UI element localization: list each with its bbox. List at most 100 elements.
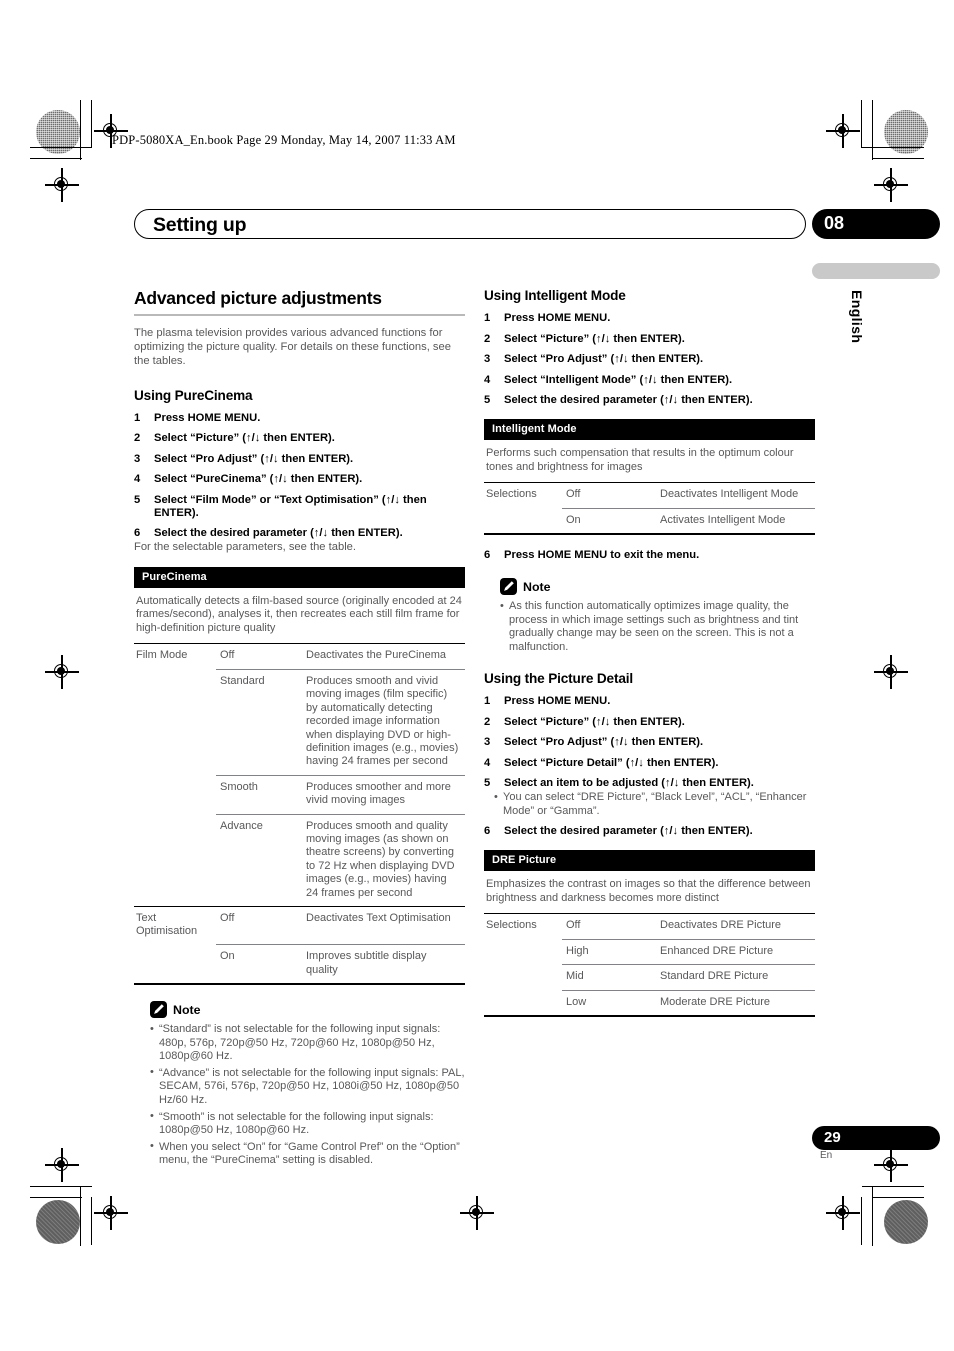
note-header: Note <box>500 578 815 595</box>
step-number: 3 <box>134 452 141 465</box>
table-cell-detail: Deactivates Intelligent Mode <box>660 488 799 501</box>
step-item: 5 Select “Film Mode” or “Text Optimisatio… <box>134 494 465 520</box>
step-number: 6 <box>484 825 491 838</box>
crop-line <box>861 100 863 148</box>
page-title: Setting up <box>153 214 247 236</box>
table-bottom-rule <box>484 533 815 535</box>
crop-line <box>30 158 82 160</box>
table-cell-detail: Moderate DRE Picture <box>656 989 815 1015</box>
right-column: Using Intelligent Mode 1 Press HOME MENU.… <box>484 288 815 1021</box>
book-header-line: PDP-5080XA_En.book Page 29 Monday, May 1… <box>112 133 456 147</box>
step-item: 3 Select “Pro Adjust” (↑/↓ then ENTER). <box>484 736 815 749</box>
table-cell-detail: Deactivates Text Optimisation <box>302 905 465 945</box>
step-item: 5 Select an item to be adjusted (↑/↓ then… <box>484 777 815 790</box>
table-row: Low Moderate DRE Picture <box>484 989 815 1015</box>
step-text: Select the desired parameter (↑/↓ then E… <box>504 394 753 406</box>
registration-dense-circle-bottom-left <box>36 1200 80 1244</box>
table-body: Selections Off Deactivates Intelligent M… <box>484 483 815 533</box>
registration-mark <box>45 655 79 689</box>
table-intelligent-mode: Intelligent Mode Performs such compensat… <box>484 419 815 535</box>
step-text: Select “Intelligent Mode” (↑/↓ then ENTE… <box>504 373 733 386</box>
registration-mark <box>874 168 908 202</box>
table-caption: DRE Picture <box>484 850 815 872</box>
registration-mark <box>874 1148 908 1182</box>
step-item: 4 Select “Intelligent Mode” (↑/↓ then ENT… <box>484 374 815 387</box>
step-number: 5 <box>134 493 141 506</box>
table-purecinema: PureCinema Automatically detects a film-… <box>134 566 465 986</box>
step-number: 3 <box>484 736 491 749</box>
registration-mark <box>45 1148 79 1182</box>
table-cell-group <box>484 939 562 964</box>
table-cell-detail: Activates Intelligent Mode <box>656 507 815 533</box>
note-box-intelligent-mode: Note As this function automatically opti… <box>484 578 815 654</box>
pencil-icon <box>150 1001 167 1019</box>
step-number: 4 <box>484 756 491 769</box>
crop-line <box>872 100 874 160</box>
step-item: 3 Select “Pro Adjust” (↑/↓ then ENTER). <box>134 453 465 466</box>
step-number: 4 <box>484 373 491 386</box>
table-cell-group: Text Optimisation <box>134 905 216 945</box>
steps-picture-detail-final: 6 Select the desired parameter (↑/↓ then … <box>484 825 815 838</box>
step-item: 3 Select “Pro Adjust” (↑/↓ then ENTER). <box>484 353 815 366</box>
crop-line <box>30 1186 92 1188</box>
table-cell-group: Film Mode <box>136 649 188 662</box>
table-cell-option: On <box>562 507 656 533</box>
steps-intelligent-mode: 1 Press HOME MENU. 2 Select “Picture” (↑/↓… <box>484 312 815 407</box>
note-item: As this function automatically optimizes… <box>500 599 815 654</box>
table-body: Film Mode Off Deactivates the PureCinema… <box>134 644 465 984</box>
registration-mark <box>874 655 908 689</box>
substep-item: You can select “DRE Picture”, “Black Lev… <box>494 791 815 818</box>
table-cell-group <box>134 945 216 983</box>
note-header: Note <box>150 1001 465 1019</box>
table-cell-detail: Produces smoother and more vivid moving … <box>302 774 465 815</box>
table-cell-option: Low <box>562 989 656 1015</box>
table-cell-group <box>484 990 562 1015</box>
table-cell-option: On <box>216 944 302 984</box>
table-cell-option: Mid <box>562 964 656 991</box>
step-item: 6 Press HOME MENU to exit the menu. <box>484 549 815 562</box>
table-cell-option: Off <box>566 488 581 501</box>
table-cell-option: Advance <box>216 813 302 907</box>
table-cell-option: Off <box>216 905 302 945</box>
chapter-number-badge: 08 <box>812 209 940 239</box>
step-number: 5 <box>484 777 491 790</box>
step-text: Select “Picture” (↑/↓ then ENTER). <box>504 715 685 728</box>
table-description: Automatically detects a film-based sourc… <box>134 588 465 645</box>
table-cell-detail: Enhanced DRE Picture <box>656 938 815 965</box>
note-item: When you select “On” for “Game Control P… <box>150 1140 465 1168</box>
registration-mark <box>45 168 79 202</box>
step-item: 4 Select “Picture Detail” (↑/↓ then ENTER… <box>484 757 815 770</box>
table-description: Performs such compensation that results … <box>484 440 815 484</box>
table-row: Film Mode Off Deactivates the PureCinema <box>134 644 465 669</box>
table-cell-option: High <box>562 938 656 965</box>
step-number: 5 <box>484 394 491 406</box>
table-cell-group <box>134 814 216 906</box>
step-text: Select “Picture” (↑/↓ then ENTER). <box>504 332 685 345</box>
note-box-purecinema: Note “Standard” is not selectable for th… <box>134 1001 465 1168</box>
steps-purecinema: 1 Press HOME MENU. 2 Select “Picture” (↑/↓… <box>134 412 465 541</box>
step-text: Select “PureCinema” (↑/↓ then ENTER). <box>154 473 363 486</box>
step-item: 2 Select “Picture” (↑/↓ then ENTER). <box>484 716 815 729</box>
note-label: Note <box>523 579 551 594</box>
crop-line <box>30 147 92 149</box>
step-item: 2 Select “Picture” (↑/↓ then ENTER). <box>134 432 465 445</box>
crop-line <box>861 1197 863 1245</box>
crop-line <box>80 1186 82 1246</box>
table-row: Mid Standard DRE Picture <box>484 964 815 991</box>
step-text: Select “Pro Adjust” (↑/↓ then ENTER). <box>504 353 704 365</box>
note-list: As this function automatically optimizes… <box>484 599 815 654</box>
step-text: Press HOME MENU to exit the menu. <box>504 549 700 561</box>
step-text: Select “Pro Adjust” (↑/↓ then ENTER). <box>504 736 704 749</box>
step-number: 1 <box>484 312 491 324</box>
table-cell-detail: Deactivates the PureCinema <box>306 649 447 662</box>
step-text: Select the desired parameter (↑/↓ then E… <box>504 825 753 838</box>
table-cell-group: Selections <box>486 919 537 932</box>
registration-dense-circle-bottom-right <box>884 1200 928 1244</box>
table-bottom-rule <box>484 1015 815 1017</box>
table-row: Selections Off Deactivates Intelligent M… <box>484 483 815 508</box>
registration-mark <box>94 1196 128 1230</box>
step-text: Press HOME MENU. <box>504 695 611 708</box>
step-text: Select “Picture Detail” (↑/↓ then ENTER)… <box>504 756 719 769</box>
step-note: For the selectable parameters, see the t… <box>134 541 357 554</box>
note-item: “Advance” is not selectable for the foll… <box>150 1066 465 1108</box>
